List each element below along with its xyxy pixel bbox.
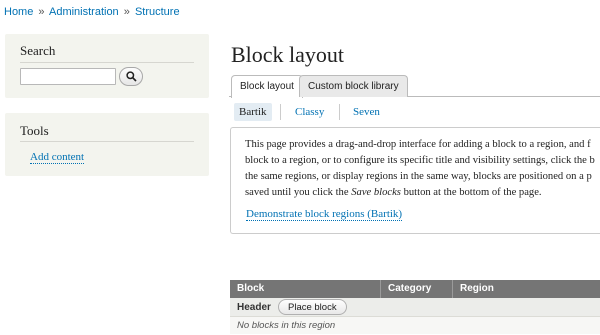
demonstrate-regions-link[interactable]: Demonstrate block regions (Bartik) [246,208,403,221]
column-header-block: Block [230,280,381,298]
subtab-divider [280,104,281,120]
search-block: Search [5,34,209,98]
tab-custom-block-library[interactable]: Custom block library [299,75,408,97]
help-line: the same regions, or display regions in … [245,171,592,182]
help-line-suffix: button at the bottom of the page. [400,187,542,198]
search-icon [125,71,137,82]
help-box: This page provides a drag-and-drop inter… [230,127,600,234]
breadcrumb-home-link[interactable]: Home [4,6,33,18]
help-line: This page provides a drag-and-drop inter… [245,139,591,150]
search-input[interactable] [20,68,116,85]
place-block-button[interactable]: Place block [278,299,347,315]
column-header-region: Region [460,283,494,294]
subtab-bartik[interactable]: Bartik [234,103,272,121]
page-title: Block layout [231,42,345,67]
subtab-classy[interactable]: Classy [290,103,329,121]
tools-block-title: Tools [20,123,49,138]
breadcrumb-structure-link[interactable]: Structure [135,6,180,18]
table-header: Block Category Region [230,280,600,298]
search-button[interactable] [119,67,143,86]
breadcrumb-separator: » [38,6,45,18]
empty-region-message: No blocks in this region [237,320,336,331]
breadcrumb-separator: » [123,6,130,18]
breadcrumb: Home » Administration » Structure [4,6,180,18]
region-title: Header [237,302,271,313]
divider [20,141,194,142]
add-content-link[interactable]: Add content [30,151,85,164]
save-blocks-emphasis: Save blocks [351,187,401,198]
help-line: saved until you click the Save blocks bu… [245,185,600,201]
subtab-seven[interactable]: Seven [348,103,385,121]
tab-block-layout[interactable]: Block layout [231,75,303,98]
blocks-table: Block Category Region Header Place block… [230,280,600,334]
table-row: No blocks in this region [230,317,600,334]
help-line: block to a region, or to configure its s… [245,155,595,166]
tools-block: Tools Add content [5,113,209,176]
divider [20,62,194,63]
help-line-prefix: saved until you click the [245,187,352,198]
column-header-category: Category [381,280,453,298]
primary-tabs: Block layout Custom block library [229,75,600,98]
search-block-title: Search [20,43,56,58]
region-row-header: Header Place block [230,298,600,317]
breadcrumb-administration-link[interactable]: Administration [49,6,119,18]
help-text: This page provides a drag-and-drop inter… [245,137,600,201]
subtab-divider [339,104,340,120]
